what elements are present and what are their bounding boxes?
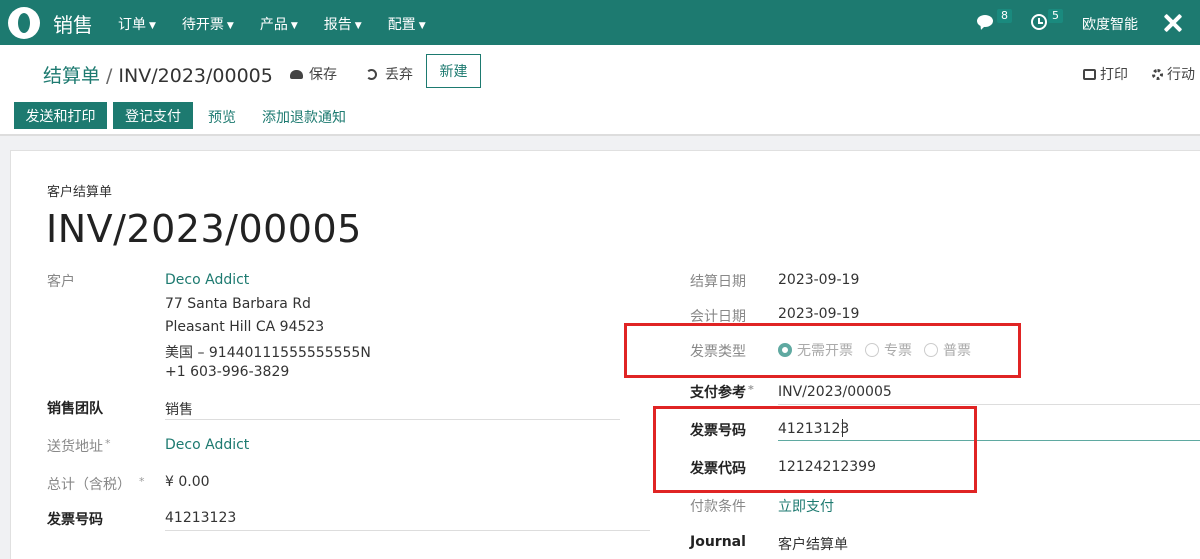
register-payment-button[interactable]: 登记支付 [113, 102, 193, 129]
required-marker: * [139, 475, 145, 488]
customer-link[interactable]: Deco Addict [165, 272, 249, 288]
caret-down-icon: ▼ [290, 21, 298, 31]
chat-icon[interactable] [977, 13, 995, 29]
action-label: 行动 [1167, 67, 1195, 83]
preview-button[interactable]: 预览 [208, 107, 236, 127]
print-label: 打印 [1100, 67, 1128, 83]
breadcrumb-current: INV/2023/00005 [118, 65, 273, 87]
invoice-number-field-left[interactable]: 41213123 [165, 510, 236, 526]
invoice-date-field[interactable]: 2023-09-19 [778, 272, 859, 288]
invoice-number-title: INV/2023/00005 [46, 207, 362, 251]
invoice-number-underline-left [165, 530, 650, 531]
discard-label: 丢弃 [385, 67, 413, 83]
total-label-text: 总计（含税） [47, 477, 131, 493]
highlight-box-invoice-type [624, 323, 1021, 378]
caret-down-icon: ▼ [226, 21, 234, 31]
address-line-2: Pleasant Hill CA 94523 [165, 319, 325, 335]
sales-team-underline [165, 419, 620, 420]
highlight-box-invoice-number-code [653, 406, 977, 493]
app-name[interactable]: 销售 [53, 9, 93, 38]
gear-icon [1152, 69, 1163, 80]
discard-button[interactable]: 丢弃 [366, 64, 413, 84]
invoice-number-label-left: 发票号码 [47, 512, 103, 528]
caret-down-icon: ▼ [354, 21, 362, 31]
chat-count-badge: 8 [997, 9, 1012, 23]
menu-orders[interactable]: 订单 ▼ [118, 14, 156, 34]
menu-products[interactable]: 产品 ▼ [260, 14, 298, 34]
menu-products-label: 产品 [259, 17, 288, 33]
address-line-1: 77 Santa Barbara Rd [165, 296, 311, 312]
payment-reference-field[interactable]: INV/2023/00005 [778, 384, 892, 400]
activity-clock-icon[interactable] [1031, 14, 1047, 30]
delivery-address-link[interactable]: Deco Addict [165, 437, 249, 453]
sales-team-field[interactable]: 销售 [165, 399, 193, 419]
new-button[interactable]: 新建 [426, 54, 481, 88]
breadcrumb-separator: / [106, 65, 113, 87]
total-label: 总计（含税） * [47, 474, 145, 494]
payment-terms-label: 付款条件 [690, 499, 746, 515]
company-switcher[interactable]: 欧度智能 [1082, 14, 1138, 34]
save-label: 保存 [309, 67, 337, 83]
undo-icon [366, 69, 377, 80]
save-button[interactable]: 保存 [290, 64, 337, 84]
required-marker: * [748, 383, 754, 396]
payment-reference-label-text: 支付参考 [690, 385, 746, 401]
address-line-3: 美国 – 91440111555555555N [165, 345, 371, 361]
caret-down-icon: ▼ [418, 21, 426, 31]
menu-config[interactable]: 配置 ▼ [388, 14, 426, 34]
breadcrumb: 结算单 / INV/2023/00005 [43, 61, 273, 88]
main-menu: 订单 ▼ 待开票 ▼ 产品 ▼ 报告 ▼ 配置 ▼ [118, 14, 452, 34]
required-marker: * [105, 437, 111, 450]
payment-terms-field[interactable]: 立即支付 [778, 496, 834, 516]
cloud-upload-icon [290, 70, 303, 79]
invoice-date-label: 结算日期 [690, 274, 746, 290]
menu-to-invoice-label: 待开票 [181, 17, 224, 33]
customer-label: 客户 [47, 274, 75, 290]
payment-reference-label: 支付参考 * [690, 382, 754, 402]
delivery-address-label-text: 送货地址 [47, 439, 103, 455]
address-line-4: +1 603-996-3829 [165, 364, 290, 380]
total-field[interactable]: ¥ 0.00 [165, 474, 210, 490]
delivery-address-label: 送货地址 * [47, 436, 111, 456]
activity-count-badge: 5 [1048, 9, 1063, 23]
top-navbar: 销售 订单 ▼ 待开票 ▼ 产品 ▼ 报告 ▼ 配置 ▼ 8 5 欧度智能 [0, 0, 1200, 45]
journal-field[interactable]: 客户结算单 [778, 534, 848, 554]
print-icon [1083, 69, 1096, 80]
action-button[interactable]: 行动 [1152, 64, 1195, 84]
menu-orders-label: 订单 [118, 17, 146, 33]
sales-team-label: 销售团队 [47, 401, 103, 417]
caret-down-icon: ▼ [149, 21, 156, 31]
send-and-print-button[interactable]: 发送和打印 [14, 102, 107, 129]
document-type-label: 客户结算单 [47, 185, 113, 200]
menu-config-label: 配置 [387, 17, 416, 33]
status-bar: 发送和打印 登记支付 预览 添加退款通知 [0, 97, 1200, 135]
menu-to-invoice[interactable]: 待开票 ▼ [182, 14, 234, 34]
menu-reports[interactable]: 报告 ▼ [324, 14, 362, 34]
print-button[interactable]: 打印 [1083, 64, 1128, 84]
breadcrumb-parent[interactable]: 结算单 [43, 65, 100, 87]
add-credit-note-button[interactable]: 添加退款通知 [262, 107, 346, 127]
payment-reference-underline [778, 404, 1200, 405]
menu-reports-label: 报告 [323, 17, 352, 33]
journal-label: Journal [690, 534, 746, 550]
debug-tools-icon[interactable] [1162, 12, 1184, 34]
accounting-date-field[interactable]: 2023-09-19 [778, 306, 859, 322]
app-logo-icon[interactable] [8, 7, 40, 39]
